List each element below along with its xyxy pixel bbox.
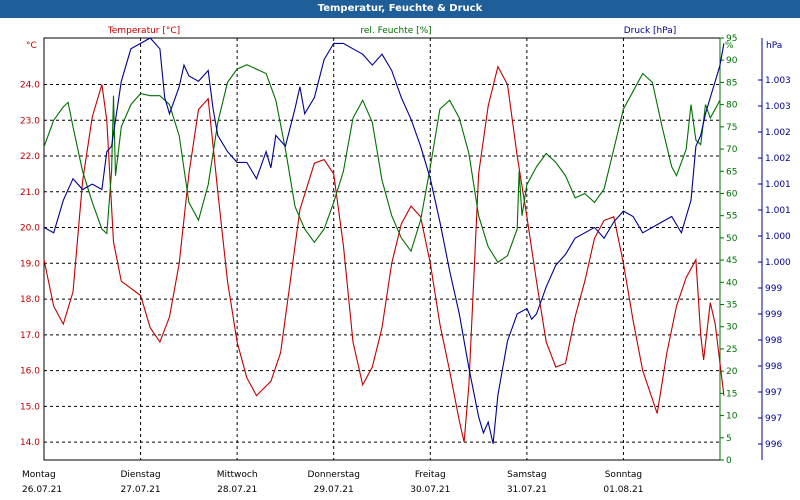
- humidity-tick-label: 25: [726, 345, 737, 355]
- x-date-label: 29.07.21: [314, 485, 354, 495]
- pressure-tick-label: 1.003: [765, 76, 791, 86]
- x-date-label: 31.07.21: [507, 485, 547, 495]
- pressure-tick-label: 1.003: [765, 102, 791, 112]
- series-line-0: [43, 65, 725, 443]
- pressure-tick-label: 1.002: [765, 154, 791, 164]
- humidity-tick-label: 75: [726, 123, 737, 133]
- temperature-tick-label: 18.0: [20, 295, 40, 305]
- series-line-2: [43, 37, 725, 444]
- series-title-1: rel. Feuchte [%]: [360, 26, 431, 36]
- chart-window: Temperatur, Feuchte & Druck Temperatur […: [0, 0, 800, 500]
- humidity-tick-label: 60: [726, 189, 738, 199]
- x-day-label: Sonntag: [605, 470, 642, 480]
- temperature-unit-label: °C: [26, 41, 37, 51]
- temperature-tick-label: 23.0: [20, 116, 40, 126]
- x-date-label: 28.07.21: [217, 485, 257, 495]
- x-day-label: Donnerstag: [307, 470, 360, 480]
- temperature-tick-label: 21.0: [20, 188, 40, 198]
- temperature-tick-label: 19.0: [20, 259, 40, 269]
- humidity-tick-label: 15: [726, 389, 737, 399]
- series-title-0: Temperatur [°C]: [107, 26, 180, 36]
- temperature-tick-label: 14.0: [20, 438, 40, 448]
- humidity-tick-label: 65: [726, 167, 737, 177]
- series-line-1: [43, 64, 721, 264]
- x-day-label: Samstag: [507, 470, 546, 480]
- humidity-tick-label: 35: [726, 301, 737, 311]
- humidity-tick-label: 20: [726, 367, 738, 377]
- temperature-tick-label: 15.0: [20, 402, 40, 412]
- pressure-tick-label: 997: [765, 414, 782, 424]
- series-title-2: Druck [hPa]: [624, 26, 677, 36]
- x-date-label: 26.07.21: [22, 485, 62, 495]
- humidity-tick-label: 55: [726, 212, 737, 222]
- temperature-tick-label: 20.0: [20, 224, 40, 234]
- pressure-tick-label: 1.000: [765, 232, 791, 242]
- pressure-tick-label: 998: [765, 362, 782, 372]
- humidity-tick-label: 50: [726, 234, 738, 244]
- chart-canvas: Temperatur [°C] rel. Feuchte [%] Druck [hP…: [20, 26, 791, 495]
- pressure-tick-label: 1.001: [765, 180, 791, 190]
- x-date-label: 30.07.21: [410, 485, 450, 495]
- x-date-label: 01.08.21: [603, 485, 643, 495]
- humidity-tick-label: 5: [726, 434, 732, 444]
- humidity-tick-label: 85: [726, 78, 737, 88]
- x-date-label: 27.07.21: [121, 485, 161, 495]
- humidity-tick-label: 95: [726, 34, 737, 44]
- pressure-unit-label: hPa: [766, 41, 782, 51]
- pressure-tick-label: 996: [765, 440, 782, 450]
- pressure-tick-label: 998: [765, 336, 782, 346]
- pressure-tick-label: 999: [765, 310, 782, 320]
- temperature-tick-label: 17.0: [20, 331, 40, 341]
- humidity-tick-label: 80: [726, 101, 738, 111]
- x-day-label: Montag: [22, 470, 56, 480]
- pressure-tick-label: 997: [765, 388, 782, 398]
- x-day-label: Dienstag: [121, 470, 161, 480]
- temperature-tick-label: 16.0: [20, 367, 40, 377]
- humidity-tick-label: 45: [726, 256, 737, 266]
- x-day-label: Freitag: [415, 470, 446, 480]
- pressure-tick-label: 1.000: [765, 258, 791, 268]
- pressure-tick-label: 999: [765, 284, 782, 294]
- humidity-tick-label: 10: [726, 412, 738, 422]
- pressure-tick-label: 1.001: [765, 206, 791, 216]
- temperature-tick-label: 24.0: [20, 80, 40, 90]
- humidity-tick-label: 40: [726, 278, 738, 288]
- humidity-tick-label: 0: [726, 456, 732, 466]
- humidity-tick-label: 90: [726, 56, 738, 66]
- x-day-label: Mittwoch: [217, 470, 258, 480]
- humidity-tick-label: 70: [726, 145, 738, 155]
- pressure-tick-label: 1.002: [765, 128, 791, 138]
- humidity-tick-label: 30: [726, 323, 738, 333]
- plot-border: [43, 37, 721, 461]
- temperature-tick-label: 22.0: [20, 152, 40, 162]
